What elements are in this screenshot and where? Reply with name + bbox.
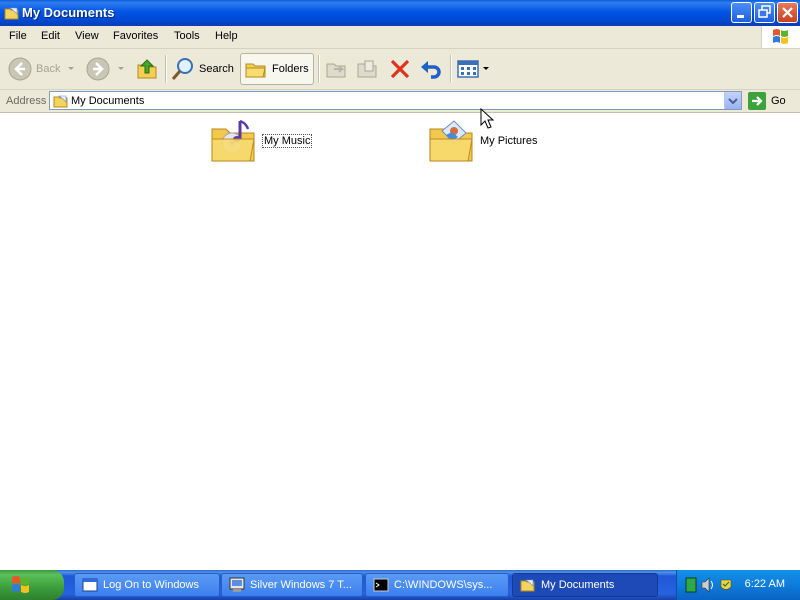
start-button[interactable] <box>0 570 64 600</box>
task-log-on[interactable]: Log On to Windows <box>74 573 220 597</box>
forward-button[interactable] <box>86 53 128 85</box>
address-label: Address <box>6 95 47 107</box>
menu-edit[interactable]: Edit <box>41 30 60 42</box>
delete-icon <box>390 59 410 79</box>
network-icon[interactable] <box>685 577 697 593</box>
search-button[interactable]: Search <box>171 53 234 85</box>
folder-icon <box>4 7 19 20</box>
pictures-folder-icon <box>429 120 473 162</box>
back-arrow-icon <box>8 57 32 81</box>
app-icon <box>229 577 245 592</box>
up-button[interactable] <box>135 53 159 85</box>
folders-icon <box>245 63 266 78</box>
folder-name: My Music <box>262 134 313 148</box>
undo-button[interactable] <box>419 53 443 85</box>
menu-bar: File Edit View Favorites Tools Help <box>0 26 800 49</box>
taskbar: Log On to Windows Silver Windows 7 T... … <box>0 570 800 600</box>
minimize-button[interactable] <box>731 2 752 23</box>
go-button[interactable]: Go <box>748 91 786 111</box>
mouse-cursor-icon <box>480 108 494 129</box>
menu-tools[interactable]: Tools <box>174 30 200 42</box>
folders-label: Folders <box>272 63 309 75</box>
close-icon <box>782 7 793 18</box>
restore-button[interactable] <box>754 2 775 23</box>
toolbar-separator <box>165 55 167 83</box>
folders-button[interactable]: Folders <box>240 53 314 85</box>
address-bar: Address My Documents Go <box>0 90 800 113</box>
task-label: My Documents <box>541 579 615 591</box>
search-label: Search <box>199 63 234 75</box>
window-icon <box>82 578 98 592</box>
delete-button[interactable] <box>388 53 412 85</box>
system-tray: 6:22 AM <box>676 570 800 600</box>
windows-logo-icon <box>761 26 800 48</box>
move-to-icon <box>326 63 346 78</box>
task-label: C:\WINDOWS\sys... <box>394 579 493 591</box>
toolbar: Back Search Folders <box>0 49 800 90</box>
task-silver-windows[interactable]: Silver Windows 7 T... <box>221 573 363 597</box>
clock[interactable]: 6:22 AM <box>745 578 785 590</box>
file-view[interactable]: My Music My Pictures <box>0 113 800 570</box>
back-label: Back <box>36 63 61 75</box>
folder-my-music[interactable]: My Music <box>210 117 313 165</box>
title-bar[interactable]: My Documents <box>0 0 800 26</box>
up-folder-icon <box>137 59 157 79</box>
chevron-down-icon <box>728 98 738 105</box>
menu-file[interactable]: File <box>9 30 27 42</box>
go-arrow-icon <box>748 92 766 110</box>
back-dropdown-icon <box>68 67 75 70</box>
go-label: Go <box>771 95 786 107</box>
minimize-icon <box>737 15 744 18</box>
search-icon <box>171 58 193 80</box>
task-label: Silver Windows 7 T... <box>250 579 352 591</box>
views-icon <box>457 60 479 78</box>
task-label: Log On to Windows <box>103 579 199 591</box>
command-prompt-icon <box>373 578 389 592</box>
task-my-documents[interactable]: My Documents <box>512 573 658 597</box>
copy-to-button[interactable] <box>355 53 379 85</box>
music-folder-icon <box>211 119 255 162</box>
windows-logo-icon <box>12 576 29 593</box>
copy-to-icon <box>357 60 377 78</box>
speaker-icon[interactable] <box>701 577 715 593</box>
views-dropdown-icon <box>483 67 489 70</box>
toolbar-separator <box>450 55 452 83</box>
address-field[interactable]: My Documents <box>49 91 742 110</box>
forward-dropdown-icon <box>118 67 124 70</box>
address-value: My Documents <box>71 95 145 107</box>
undo-icon <box>421 61 441 79</box>
folder-icon <box>53 95 68 108</box>
window-title: My Documents <box>22 5 115 20</box>
task-command-prompt[interactable]: C:\WINDOWS\sys... <box>365 573 509 597</box>
restore-icon <box>758 5 771 18</box>
forward-arrow-icon <box>86 57 110 81</box>
address-dropdown-button[interactable] <box>724 92 741 109</box>
menu-help[interactable]: Help <box>215 30 238 42</box>
folder-name: My Pictures <box>480 135 538 147</box>
close-button[interactable] <box>777 2 798 23</box>
folder-icon <box>520 579 535 592</box>
security-icon[interactable] <box>719 577 733 593</box>
views-button[interactable] <box>456 53 490 85</box>
back-button[interactable]: Back <box>8 53 78 85</box>
menu-favorites[interactable]: Favorites <box>113 30 158 42</box>
menu-view[interactable]: View <box>75 30 99 42</box>
toolbar-separator <box>318 55 320 83</box>
move-to-button[interactable] <box>324 53 348 85</box>
